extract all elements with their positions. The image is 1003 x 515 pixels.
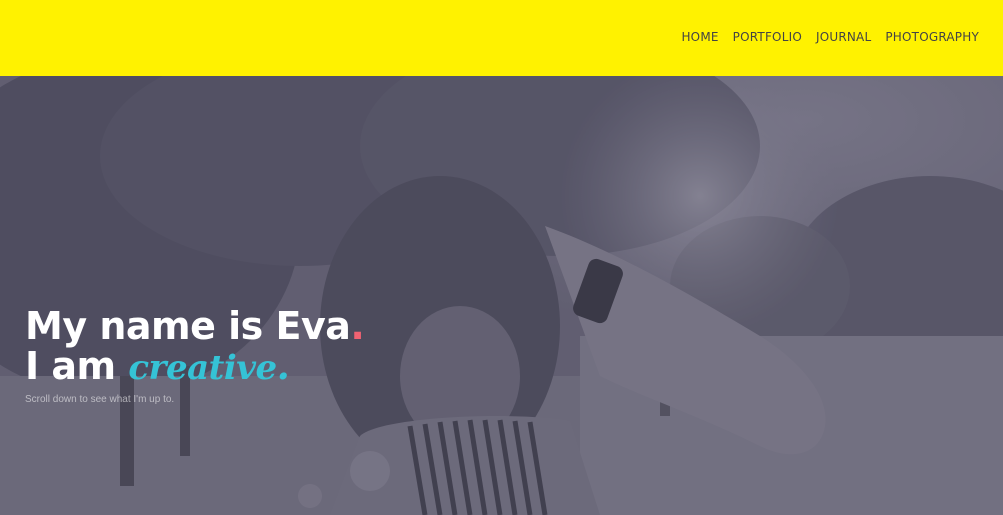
hero-section: My name is Eva. I am creative. Scroll do… [0,76,1003,515]
nav-home-link[interactable]: HOME [681,30,718,44]
page: HOME PORTFOLIO JOURNAL PHOTOGRAPHY My na… [0,0,1003,515]
headline-line-2: I am creative. [25,343,290,389]
nav-journal-link[interactable]: JOURNAL [816,30,871,44]
site-header: HOME PORTFOLIO JOURNAL PHOTOGRAPHY [0,0,1003,76]
nav-portfolio-link[interactable]: PORTFOLIO [733,30,802,44]
headline-cyan-dot: . [276,343,290,388]
hero-text-block: My name is Eva. I am creative. Scroll do… [25,304,365,405]
hero-color-overlay [0,76,1003,515]
headline-accent-word: creative [128,348,277,388]
headline-name-text: My name is Eva [25,304,351,348]
headline-prefix-text: I am [25,344,129,388]
headline-red-dot: . [350,304,365,348]
headline-line-1: My name is Eva. [25,304,365,348]
nav-photography-link[interactable]: PHOTOGRAPHY [885,30,979,44]
main-nav: HOME PORTFOLIO JOURNAL PHOTOGRAPHY [681,30,979,44]
hero-subtitle: Scroll down to see what I'm up to. [25,394,175,405]
hero-headline: My name is Eva. I am creative. [25,304,365,389]
